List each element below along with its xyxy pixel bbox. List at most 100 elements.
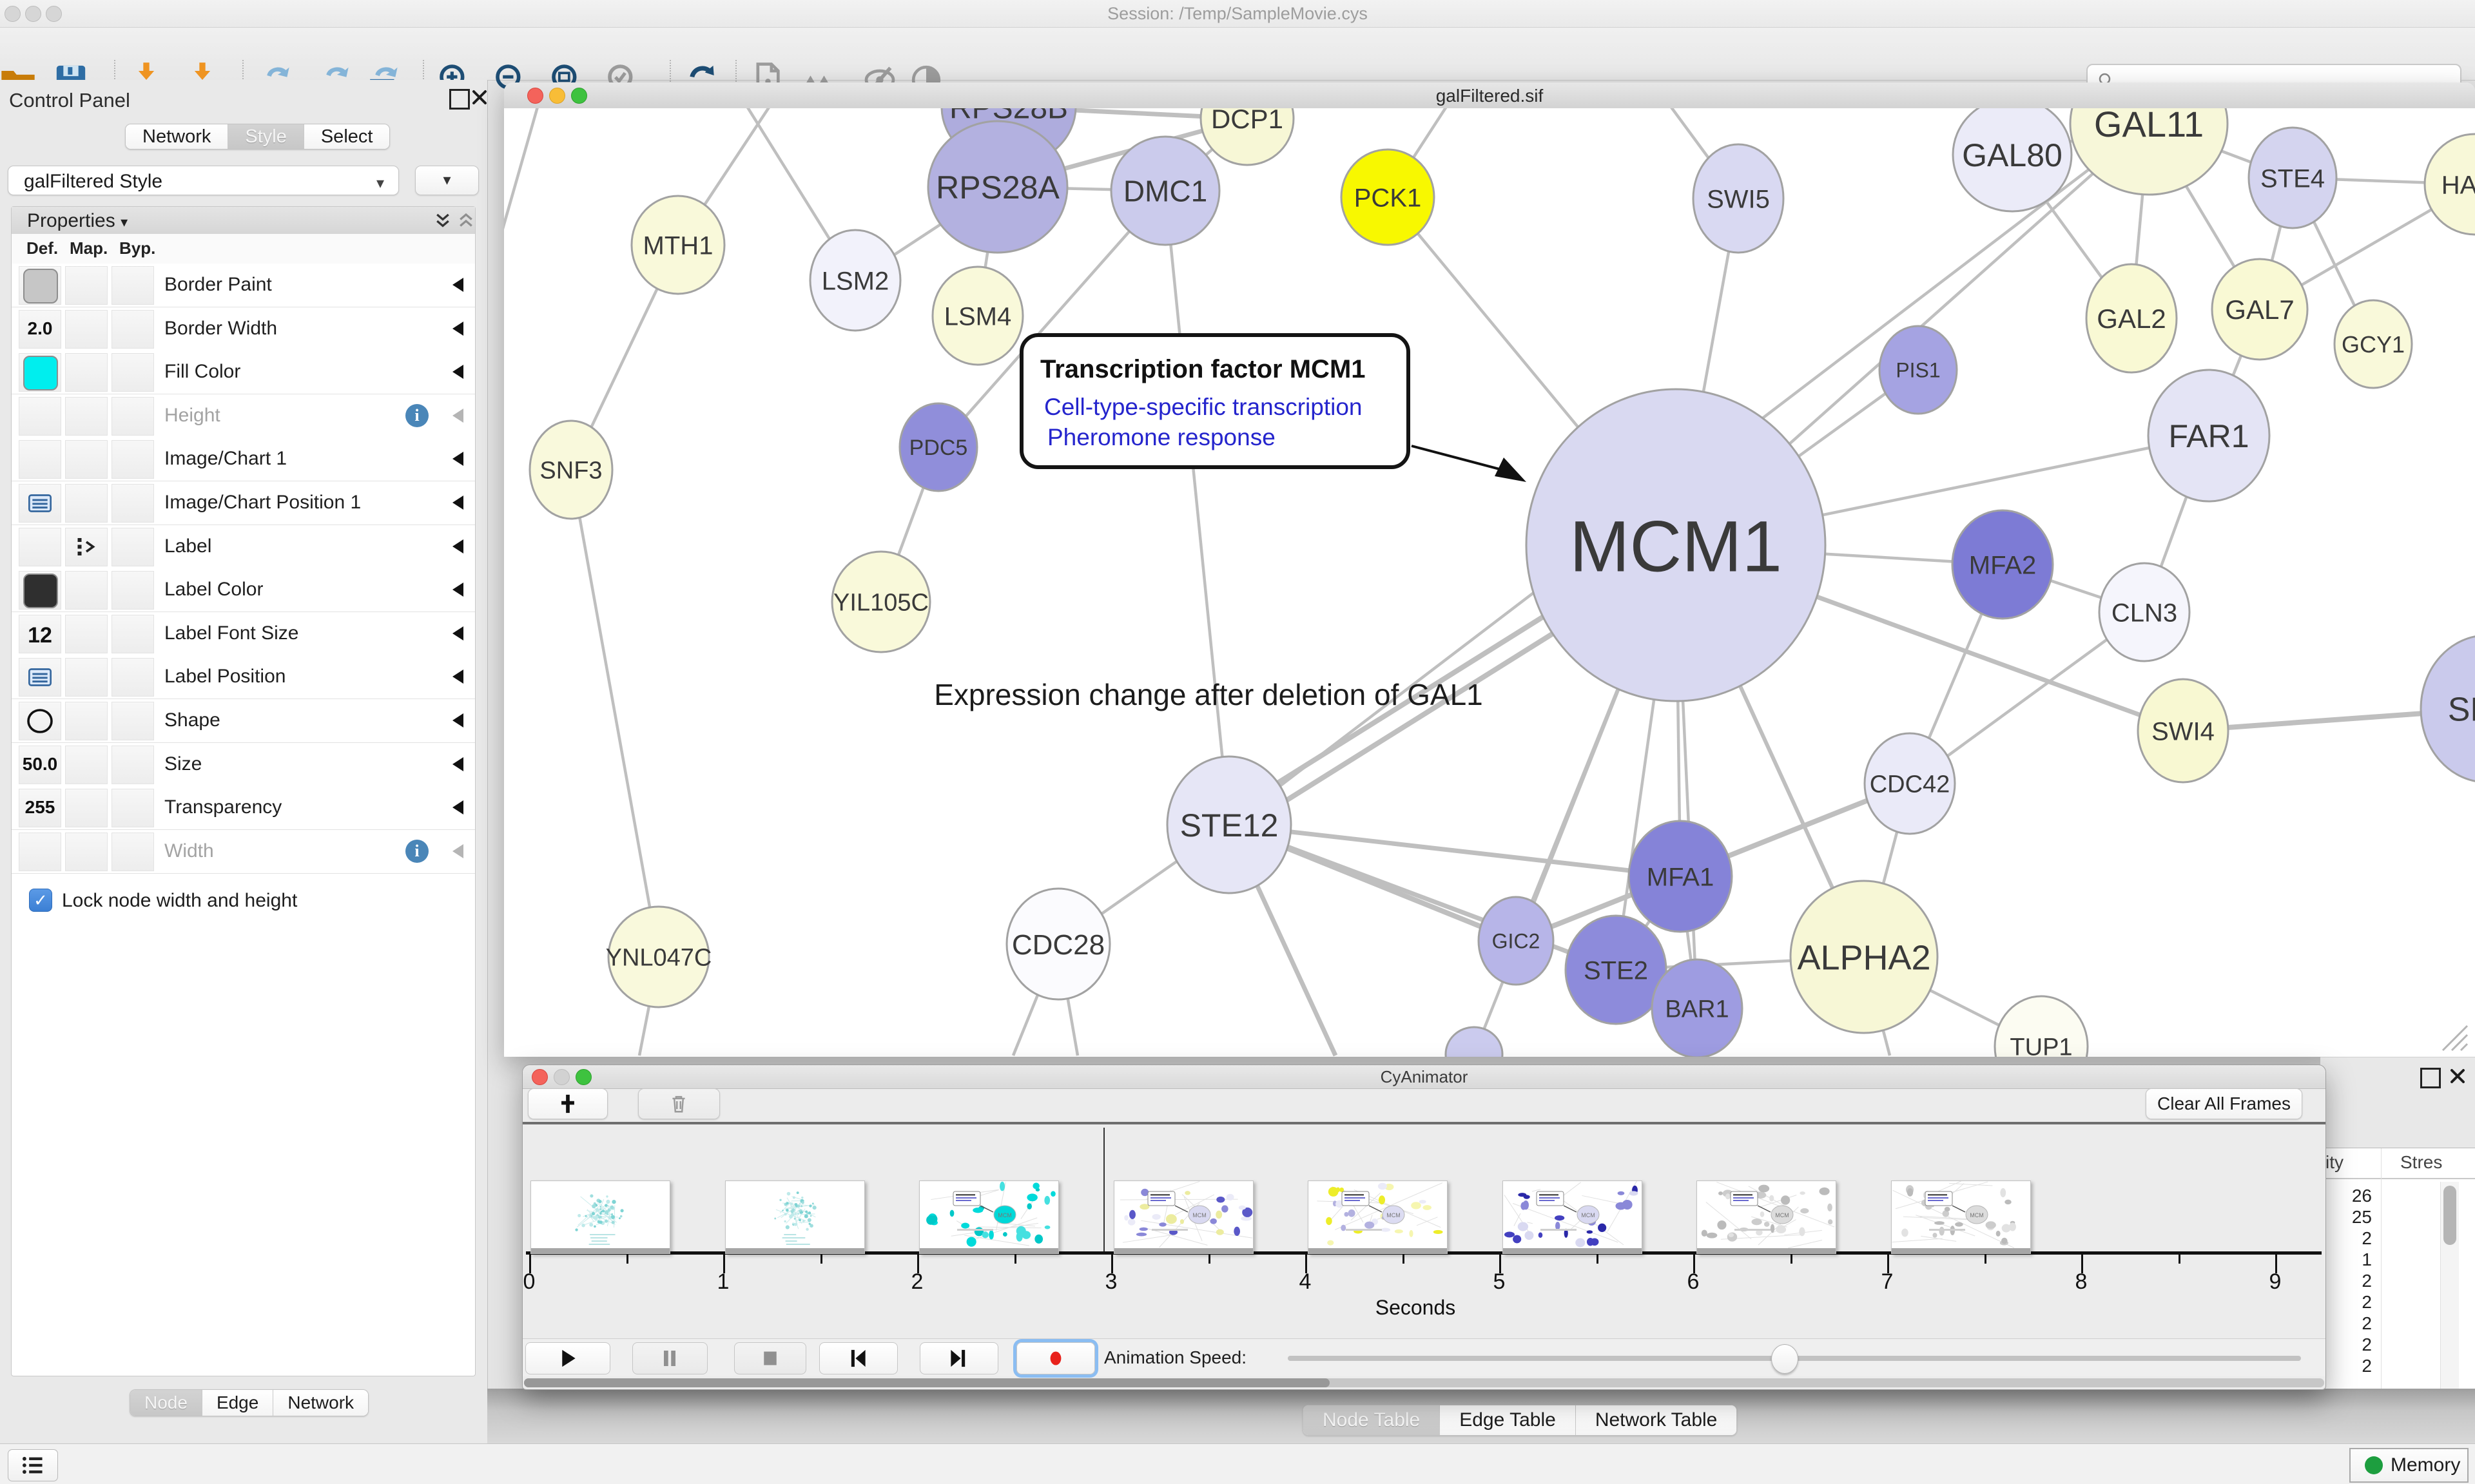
mapping-cell[interactable] — [65, 571, 108, 610]
mapping-cell[interactable] — [65, 353, 108, 392]
bypass-cell[interactable] — [112, 528, 154, 566]
tab-style[interactable]: Style — [228, 124, 304, 149]
record-button[interactable] — [1016, 1342, 1095, 1374]
bypass-cell[interactable] — [112, 310, 154, 349]
table-cell-value[interactable]: 2 — [2320, 1335, 2372, 1355]
bypass-cell[interactable] — [112, 397, 154, 436]
node-attribute-table[interactable]: ity Stres 26252122222 — [2320, 1148, 2475, 1399]
float-dock-icon[interactable] — [2420, 1068, 2441, 1088]
table-column-header[interactable]: ity — [2325, 1152, 2344, 1173]
bypass-cell[interactable] — [112, 353, 154, 392]
mapping-cell[interactable] — [65, 440, 108, 479]
expand-property-icon[interactable] — [452, 583, 463, 597]
property-row-label[interactable]: Label — [12, 525, 475, 569]
expand-property-icon[interactable] — [452, 844, 463, 858]
table-cell-value[interactable]: 2 — [2320, 1356, 2372, 1376]
annotation-link[interactable]: Pheromone response — [1047, 424, 1276, 450]
delete-frame-button[interactable] — [638, 1088, 720, 1119]
table-tab-node-table[interactable]: Node Table — [1303, 1405, 1440, 1435]
table-cell-value[interactable]: 2 — [2320, 1313, 2372, 1334]
clear-all-frames-button[interactable]: Clear All Frames — [2146, 1088, 2302, 1119]
property-row-size[interactable]: 50.0Size — [12, 743, 475, 787]
info-icon[interactable]: i — [405, 840, 429, 863]
timeline-scrollbar[interactable] — [524, 1378, 2324, 1387]
speed-slider[interactable] — [1288, 1356, 2301, 1361]
network-canvas[interactable]: RPS28BDCP1RPS28ADMC1PCK1MTH1LSM2LSM4SWI5… — [504, 108, 2475, 1057]
default-value-cell[interactable]: 2.0 — [19, 310, 61, 349]
speed-slider-thumb[interactable] — [1771, 1344, 1798, 1374]
cyanimator-titlebar[interactable]: CyAnimator — [523, 1065, 2325, 1089]
table-cell-value[interactable]: 2 — [2320, 1271, 2372, 1291]
network-edge[interactable] — [504, 108, 543, 269]
dock-scrollbar[interactable] — [2440, 1182, 2459, 1399]
table-column-header[interactable]: Stres — [2400, 1152, 2442, 1173]
expand-property-icon[interactable] — [452, 539, 463, 554]
network-node-unlabeled[interactable] — [1446, 1027, 1502, 1057]
frame-thumbnail-4[interactable]: MCM — [1308, 1180, 1448, 1254]
style-mode-tab-edge[interactable]: Edge — [202, 1390, 273, 1416]
table-cell-value[interactable]: 2 — [2320, 1292, 2372, 1313]
table-tab-network-table[interactable]: Network Table — [1576, 1405, 1737, 1435]
default-value-cell[interactable]: 12 — [19, 615, 61, 653]
default-value-cell[interactable] — [19, 571, 61, 610]
float-panel-icon[interactable] — [449, 89, 470, 110]
expand-property-icon[interactable] — [452, 626, 463, 641]
property-row-width[interactable]: Widthi — [12, 830, 475, 874]
mapping-cell[interactable] — [65, 528, 108, 566]
bypass-cell[interactable] — [112, 615, 154, 653]
property-row-label-position[interactable]: Label Position — [12, 655, 475, 699]
default-value-cell[interactable] — [19, 702, 61, 740]
scrollbar-thumb[interactable] — [524, 1378, 1330, 1387]
tab-select[interactable]: Select — [304, 124, 390, 149]
network-window-titlebar[interactable]: galFiltered.sif — [504, 82, 2475, 109]
mapping-cell[interactable] — [65, 266, 108, 305]
timeline[interactable]: 0123456789SecondsMCMMCMMCMMCMMCMMCM — [523, 1124, 2325, 1338]
network-edge[interactable] — [571, 470, 659, 957]
resize-grip[interactable] — [2461, 1044, 2467, 1050]
bypass-cell[interactable] — [112, 789, 154, 827]
mapping-cell[interactable] — [65, 833, 108, 871]
skip-to-end-button[interactable] — [920, 1342, 998, 1374]
frame-thumbnail-3[interactable]: MCM — [1114, 1180, 1254, 1254]
stop-button[interactable] — [734, 1342, 806, 1374]
network-edge[interactable] — [1165, 191, 1229, 825]
lock-size-checkbox[interactable]: ✓ — [29, 889, 52, 912]
mapping-cell[interactable] — [65, 615, 108, 653]
bypass-cell[interactable] — [112, 266, 154, 305]
frame-thumbnail-1[interactable] — [725, 1180, 865, 1254]
expand-property-icon[interactable] — [452, 322, 463, 336]
table-tab-edge-table[interactable]: Edge Table — [1440, 1405, 1576, 1435]
automation-panel-button[interactable] — [8, 1449, 58, 1481]
bypass-cell[interactable] — [112, 702, 154, 740]
property-row-label-color[interactable]: Label Color — [12, 568, 475, 612]
property-row-shape[interactable]: Shape — [12, 699, 475, 743]
tab-network[interactable]: Network — [126, 124, 228, 149]
default-value-cell[interactable] — [19, 266, 61, 305]
style-options-button[interactable]: ▾ — [415, 166, 479, 195]
property-row-transparency[interactable]: 255Transparency — [12, 786, 475, 830]
mapping-cell[interactable] — [65, 658, 108, 697]
default-value-cell[interactable]: 50.0 — [19, 746, 61, 784]
annotation-link[interactable]: Cell-type-specific transcription — [1044, 394, 1363, 420]
property-row-image-chart-position-1[interactable]: Image/Chart Position 1 — [12, 481, 475, 525]
table-cell-value[interactable]: 1 — [2320, 1249, 2372, 1270]
expand-property-icon[interactable] — [452, 757, 463, 771]
expand-property-icon[interactable] — [452, 670, 463, 684]
default-value-cell[interactable] — [19, 484, 61, 523]
style-mode-tab-network[interactable]: Network — [273, 1390, 368, 1416]
bypass-cell[interactable] — [112, 440, 154, 479]
default-value-cell[interactable] — [19, 658, 61, 697]
pause-button[interactable] — [632, 1342, 708, 1374]
mapping-cell[interactable] — [65, 702, 108, 740]
info-icon[interactable]: i — [405, 404, 429, 427]
mapping-cell[interactable] — [65, 397, 108, 436]
property-row-height[interactable]: Heighti — [12, 394, 475, 438]
property-row-label-font-size[interactable]: 12Label Font Size — [12, 612, 475, 656]
properties-header[interactable]: Properties ▾ — [12, 207, 475, 235]
resize-grip[interactable] — [2452, 1035, 2467, 1050]
style-selector[interactable]: galFiltered Style ▾ — [8, 166, 399, 195]
frame-thumbnail-6[interactable]: MCM — [1696, 1180, 1836, 1254]
property-row-border-paint[interactable]: Border Paint — [12, 264, 475, 307]
bypass-cell[interactable] — [112, 746, 154, 784]
memory-button[interactable]: Memory — [2349, 1448, 2469, 1483]
